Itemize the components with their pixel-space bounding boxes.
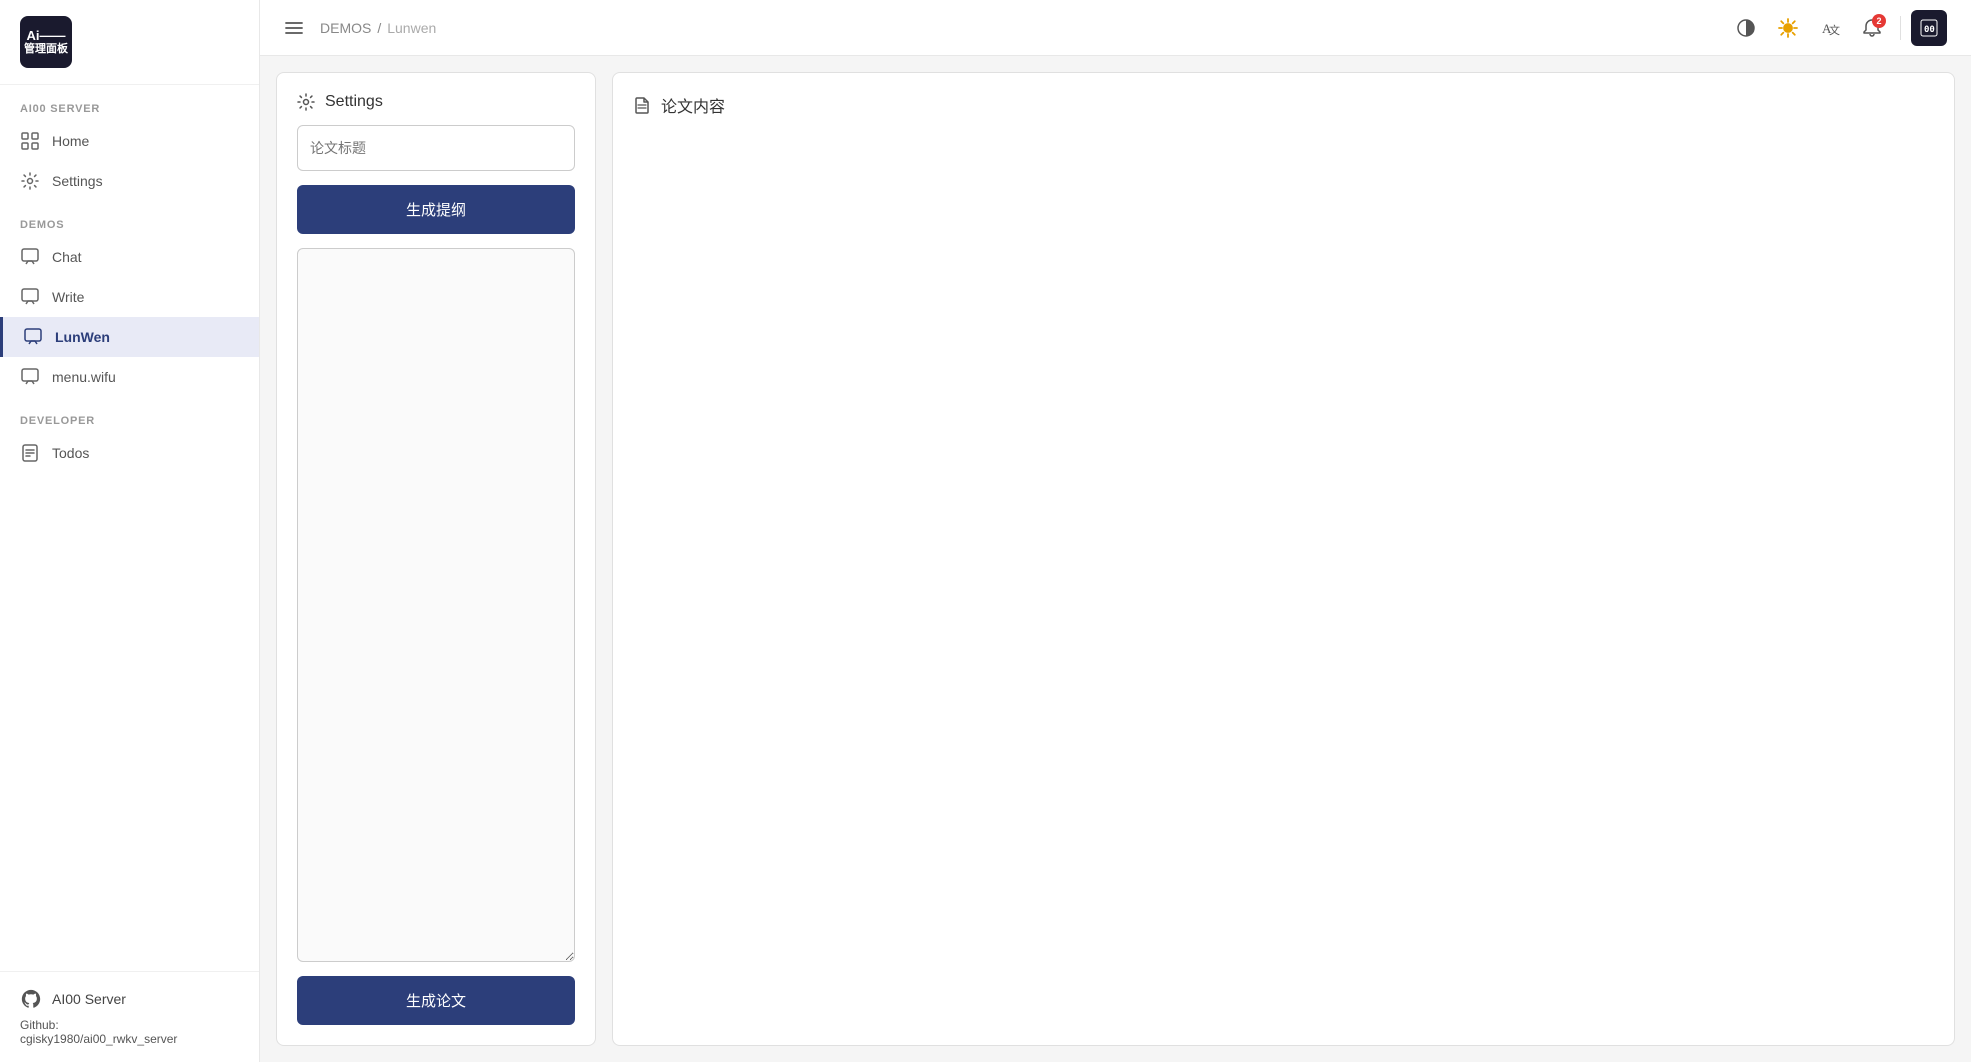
svg-text:00: 00 — [1924, 25, 1935, 35]
contrast-toggle-btn[interactable] — [1728, 10, 1764, 46]
menu-wifu-icon — [20, 367, 40, 387]
todos-icon — [20, 443, 40, 463]
topbar-icons: A 文 2 00 — [1728, 10, 1947, 46]
write-icon — [20, 287, 40, 307]
right-panel: 论文内容 — [612, 72, 1955, 1046]
sidebar-item-home[interactable]: Home — [0, 121, 259, 161]
breadcrumb-current: Lunwen — [387, 20, 436, 36]
gear-icon — [20, 171, 40, 191]
sidebar-item-lunwen[interactable]: LunWen — [0, 317, 259, 357]
sidebar-item-chat[interactable]: Chat — [0, 237, 259, 277]
left-panel: Settings 生成提纲 生成论文 — [276, 72, 596, 1046]
breadcrumb: DEMOS / Lunwen — [320, 20, 436, 36]
svg-text:文: 文 — [1829, 23, 1840, 37]
footer-server-label: AI00 Server — [52, 991, 126, 1007]
footer-github-url: cgisky1980/ai00_rwkv_server — [20, 1032, 177, 1046]
sidebar-item-todos[interactable]: Todos — [0, 433, 259, 473]
sidebar-item-settings[interactable]: Settings — [0, 161, 259, 201]
section-label-ai00: AI00 SERVER — [0, 85, 259, 121]
sidebar-item-write-label: Write — [52, 289, 84, 305]
grid-icon — [20, 131, 40, 151]
section-label-developer: DEVELOPER — [0, 397, 259, 433]
right-panel-header: 论文内容 — [633, 93, 1934, 117]
left-panel-title: Settings — [325, 93, 383, 111]
chat-icon — [20, 247, 40, 267]
logo-box: Ai—— 管理面板 — [20, 16, 72, 68]
outline-textarea[interactable] — [297, 248, 575, 962]
sidebar-logo: Ai—— 管理面板 — [0, 0, 259, 85]
section-label-demos: DEMOS — [0, 201, 259, 237]
lunwen-icon — [23, 327, 43, 347]
sidebar-item-menu-wifu-label: menu.wifu — [52, 369, 116, 385]
brightness-btn[interactable] — [1770, 10, 1806, 46]
settings-panel-icon — [297, 93, 315, 111]
left-panel-header: Settings — [297, 93, 575, 111]
translate-btn[interactable]: A 文 — [1812, 10, 1848, 46]
breadcrumb-root: DEMOS — [320, 20, 371, 36]
sidebar: Ai—— 管理面板 AI00 SERVER Home Settings DEMO… — [0, 0, 260, 1062]
footer-server: AI00 Server — [20, 988, 239, 1010]
user-avatar[interactable]: 00 — [1911, 10, 1947, 46]
menu-icon[interactable] — [284, 18, 304, 38]
main-area: DEMOS / Lunwen — [260, 0, 1971, 1062]
essay-title-input[interactable] — [297, 125, 575, 171]
notification-badge: 2 — [1872, 14, 1886, 28]
topbar-divider — [1900, 16, 1901, 40]
generate-essay-btn[interactable]: 生成论文 — [297, 976, 575, 1025]
sidebar-item-home-label: Home — [52, 133, 89, 149]
github-icon — [20, 988, 42, 1010]
generate-outline-btn[interactable]: 生成提纲 — [297, 185, 575, 234]
document-icon — [633, 96, 651, 114]
footer-github-label: Github: — [20, 1018, 59, 1032]
content-area: Settings 生成提纲 生成论文 论文内容 — [260, 56, 1971, 1062]
right-panel-title: 论文内容 — [661, 93, 725, 117]
footer-github-link: Github: cgisky1980/ai00_rwkv_server — [20, 1018, 239, 1046]
sidebar-item-todos-label: Todos — [52, 445, 89, 461]
sidebar-item-lunwen-label: LunWen — [55, 329, 110, 345]
sidebar-item-menu-wifu[interactable]: menu.wifu — [0, 357, 259, 397]
notification-btn[interactable]: 2 — [1854, 10, 1890, 46]
sidebar-footer: AI00 Server Github: cgisky1980/ai00_rwkv… — [0, 971, 259, 1062]
topbar: DEMOS / Lunwen — [260, 0, 1971, 56]
sidebar-item-settings-label: Settings — [52, 173, 103, 189]
sidebar-item-write[interactable]: Write — [0, 277, 259, 317]
breadcrumb-separator: / — [377, 20, 381, 36]
sidebar-item-chat-label: Chat — [52, 249, 82, 265]
